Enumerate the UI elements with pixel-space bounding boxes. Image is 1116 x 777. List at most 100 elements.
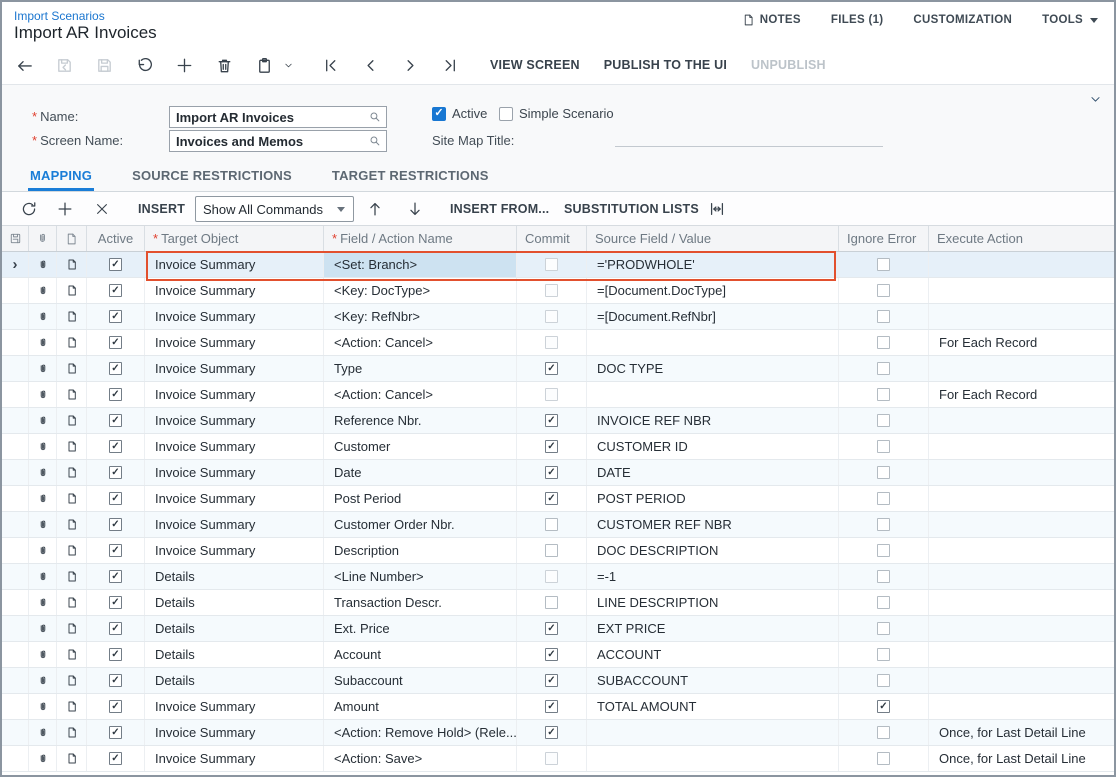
commit-checkbox[interactable]: ✓: [545, 466, 558, 479]
active-checkbox[interactable]: ✓: [109, 284, 122, 297]
source-field-value-cell[interactable]: [587, 330, 839, 355]
row-selector[interactable]: [2, 330, 29, 355]
execute-action-cell[interactable]: For Each Record: [929, 330, 1114, 355]
undo-button[interactable]: [130, 51, 158, 79]
field-action-name-cell[interactable]: <Action: Save>: [324, 746, 517, 771]
column-header-ignore-error[interactable]: Ignore Error: [839, 226, 929, 251]
row-selector[interactable]: [2, 642, 29, 667]
table-row[interactable]: ✓ Details Account ✓ ACCOUNT: [2, 642, 1114, 668]
row-note-cell[interactable]: [57, 460, 87, 485]
field-action-name-cell[interactable]: Description: [324, 538, 517, 563]
ignore-error-checkbox[interactable]: [877, 544, 890, 557]
next-record-button[interactable]: [396, 51, 424, 79]
source-field-value-cell[interactable]: DOC DESCRIPTION: [587, 538, 839, 563]
table-row[interactable]: ✓ Details Subaccount ✓ SUBACCOUNT: [2, 668, 1114, 694]
copy-paste-button[interactable]: [250, 51, 278, 79]
row-selector[interactable]: [2, 590, 29, 615]
target-object-cell[interactable]: Invoice Summary: [145, 278, 324, 303]
active-checkbox[interactable]: ✓: [109, 622, 122, 635]
row-attachment-cell[interactable]: [29, 434, 57, 459]
execute-action-cell[interactable]: [929, 668, 1114, 693]
source-field-value-cell[interactable]: ='PRODWHOLE': [587, 252, 839, 277]
field-action-name-cell[interactable]: <Key: RefNbr>: [324, 304, 517, 329]
target-object-cell[interactable]: Details: [145, 668, 324, 693]
row-attachment-cell[interactable]: [29, 590, 57, 615]
site-map-title-input[interactable]: [615, 127, 883, 147]
ignore-error-checkbox[interactable]: [877, 518, 890, 531]
last-record-button[interactable]: [436, 51, 464, 79]
source-field-value-cell[interactable]: TOTAL AMOUNT: [587, 694, 839, 719]
target-object-cell[interactable]: Invoice Summary: [145, 694, 324, 719]
commands-dropdown[interactable]: Show All Commands: [195, 196, 354, 222]
row-selector[interactable]: [2, 538, 29, 563]
ignore-error-checkbox[interactable]: [877, 726, 890, 739]
add-record-button[interactable]: [170, 51, 198, 79]
simple-scenario-checkbox[interactable]: [499, 107, 513, 121]
source-field-value-cell[interactable]: LINE DESCRIPTION: [587, 590, 839, 615]
commit-checkbox[interactable]: ✓: [545, 414, 558, 427]
active-checkbox[interactable]: ✓: [109, 362, 122, 375]
source-field-value-cell[interactable]: POST PERIOD: [587, 486, 839, 511]
row-attachment-cell[interactable]: [29, 356, 57, 381]
save-button[interactable]: [90, 51, 118, 79]
screen-name-input[interactable]: Invoices and Memos: [169, 130, 387, 152]
row-selector[interactable]: ›: [2, 252, 29, 277]
row-note-cell[interactable]: [57, 486, 87, 511]
commit-checkbox[interactable]: ✓: [545, 648, 558, 661]
execute-action-cell[interactable]: For Each Record: [929, 382, 1114, 407]
table-row[interactable]: ✓ Invoice Summary Amount ✓ TOTAL AMOUNT …: [2, 694, 1114, 720]
row-note-cell[interactable]: [57, 668, 87, 693]
row-note-cell[interactable]: [57, 252, 87, 277]
field-action-name-cell[interactable]: <Action: Cancel>: [324, 382, 517, 407]
active-checkbox[interactable]: ✓: [109, 258, 122, 271]
column-header-execute-action[interactable]: Execute Action: [929, 226, 1114, 251]
field-action-name-cell[interactable]: Transaction Descr.: [324, 590, 517, 615]
row-note-cell[interactable]: [57, 408, 87, 433]
row-attachment-cell[interactable]: [29, 538, 57, 563]
target-object-cell[interactable]: Invoice Summary: [145, 720, 324, 745]
row-attachment-cell[interactable]: [29, 460, 57, 485]
name-input[interactable]: Import AR Invoices: [169, 106, 387, 128]
execute-action-cell[interactable]: [929, 616, 1114, 641]
commit-checkbox[interactable]: ✓: [545, 674, 558, 687]
commit-checkbox[interactable]: [545, 570, 558, 583]
row-attachment-cell[interactable]: [29, 408, 57, 433]
target-object-cell[interactable]: Invoice Summary: [145, 408, 324, 433]
publish-to-ui-button[interactable]: PUBLISH TO THE UI: [604, 58, 727, 72]
table-row[interactable]: ✓ Invoice Summary Date ✓ DATE: [2, 460, 1114, 486]
tools-menu-button[interactable]: TOOLS: [1042, 14, 1098, 26]
row-selector[interactable]: [2, 694, 29, 719]
execute-action-cell[interactable]: [929, 538, 1114, 563]
field-action-name-cell[interactable]: Subaccount: [324, 668, 517, 693]
execute-action-cell[interactable]: [929, 694, 1114, 719]
row-attachment-cell[interactable]: [29, 252, 57, 277]
row-note-cell[interactable]: [57, 720, 87, 745]
active-checkbox[interactable]: ✓: [109, 752, 122, 765]
field-action-name-cell[interactable]: Amount: [324, 694, 517, 719]
row-note-cell[interactable]: [57, 538, 87, 563]
column-header-commit[interactable]: Commit: [517, 226, 587, 251]
row-attachment-cell[interactable]: [29, 616, 57, 641]
active-checkbox[interactable]: ✓: [109, 596, 122, 609]
commit-checkbox[interactable]: [545, 544, 558, 557]
row-selector[interactable]: [2, 356, 29, 381]
ignore-error-checkbox[interactable]: [877, 674, 890, 687]
move-row-down-button[interactable]: [406, 192, 424, 226]
ignore-error-checkbox[interactable]: [877, 388, 890, 401]
source-field-value-cell[interactable]: SUBACCOUNT: [587, 668, 839, 693]
active-checkbox[interactable]: ✓: [109, 648, 122, 661]
field-action-name-cell[interactable]: <Line Number>: [324, 564, 517, 589]
notes-button[interactable]: NOTES: [742, 13, 801, 27]
execute-action-cell[interactable]: [929, 642, 1114, 667]
active-checkbox[interactable]: ✓: [109, 466, 122, 479]
table-row[interactable]: ✓ Invoice Summary Post Period ✓ POST PER…: [2, 486, 1114, 512]
active-checkbox[interactable]: ✓: [109, 726, 122, 739]
field-action-name-cell[interactable]: Account: [324, 642, 517, 667]
table-row[interactable]: ✓ Invoice Summary Customer ✓ CUSTOMER ID: [2, 434, 1114, 460]
tab-source-restrictions[interactable]: SOURCE RESTRICTIONS: [130, 162, 294, 191]
active-checkbox[interactable]: ✓: [109, 700, 122, 713]
execute-action-cell[interactable]: [929, 460, 1114, 485]
row-attachment-cell[interactable]: [29, 564, 57, 589]
target-object-cell[interactable]: Invoice Summary: [145, 512, 324, 537]
table-row[interactable]: ✓ Invoice Summary <Action: Cancel> For E…: [2, 330, 1114, 356]
